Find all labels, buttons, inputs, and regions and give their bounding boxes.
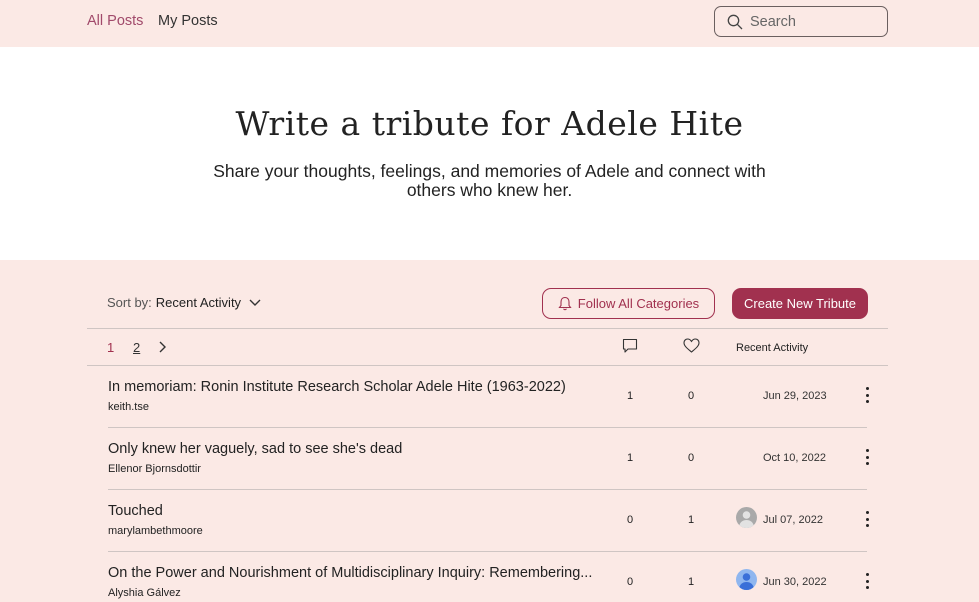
page-subtitle: Share your thoughts, feelings, and memor… [213, 161, 766, 200]
column-recent-activity: Recent Activity [736, 342, 809, 354]
hero-section: Write a tribute for Adele Hite Share you… [0, 47, 979, 260]
post-title[interactable]: On the Power and Nourishment of Multidis… [108, 565, 592, 581]
table-row[interactable]: Only knew her vaguely, sad to see she's … [0, 427, 979, 489]
comment-count: 1 [626, 452, 634, 464]
post-title[interactable]: Touched [108, 503, 163, 519]
page-2-link[interactable]: 2 [133, 340, 140, 355]
comment-count: 0 [626, 576, 634, 588]
post-date: Jul 07, 2022 [763, 514, 823, 526]
heart-icon [683, 338, 700, 353]
chevron-down-icon [249, 299, 261, 306]
like-count: 1 [687, 514, 695, 526]
post-author[interactable]: Ellenor Bjornsdottir [108, 463, 201, 475]
comment-count: 0 [626, 514, 634, 526]
bell-icon [558, 296, 572, 311]
table-row[interactable]: On the Power and Nourishment of Multidis… [0, 551, 979, 602]
like-count: 0 [687, 390, 695, 402]
like-count: 1 [687, 576, 695, 588]
post-title[interactable]: In memoriam: Ronin Institute Research Sc… [108, 379, 566, 395]
search-box[interactable] [714, 6, 888, 37]
search-input[interactable] [750, 13, 880, 30]
tab-my-posts[interactable]: My Posts [158, 13, 218, 29]
more-options-icon[interactable] [858, 385, 876, 405]
table-row[interactable]: Touched marylambethmoore 0 1 Jul 07, 202… [0, 489, 979, 551]
follow-label: Follow All Categories [577, 296, 700, 311]
sort-dropdown[interactable]: Sort by: Recent Activity [107, 295, 261, 310]
post-date: Jun 29, 2023 [763, 390, 827, 402]
follow-all-categories-button[interactable]: Follow All Categories [542, 288, 715, 319]
top-nav: All Posts My Posts [0, 0, 979, 47]
next-page-icon[interactable] [158, 341, 166, 353]
like-count: 0 [687, 452, 695, 464]
user-avatar-icon [736, 507, 757, 528]
post-author[interactable]: Alyshia Gálvez [108, 587, 181, 599]
page-1-link[interactable]: 1 [107, 340, 114, 355]
table-row[interactable]: In memoriam: Ronin Institute Research Sc… [0, 365, 979, 427]
avatar[interactable] [736, 507, 757, 528]
user-avatar-icon [736, 569, 757, 590]
tab-all-posts[interactable]: All Posts [87, 13, 143, 29]
post-date: Jun 30, 2022 [763, 576, 827, 588]
post-author[interactable]: keith.tse [108, 401, 149, 413]
search-icon [727, 14, 743, 29]
more-options-icon[interactable] [858, 571, 876, 591]
page-title: Write a tribute for Adele Hite [235, 104, 744, 143]
post-date: Oct 10, 2022 [763, 452, 826, 464]
sort-value: Recent Activity [155, 295, 242, 310]
more-options-icon[interactable] [858, 447, 876, 467]
divider [87, 328, 888, 329]
post-author[interactable]: marylambethmoore [108, 525, 203, 537]
post-title[interactable]: Only knew her vaguely, sad to see she's … [108, 441, 402, 457]
sort-label: Sort by: [107, 295, 152, 310]
more-options-icon[interactable] [858, 509, 876, 529]
comment-icon [622, 338, 638, 353]
comment-count: 1 [626, 390, 634, 402]
create-new-tribute-button[interactable]: Create New Tribute [732, 288, 868, 319]
avatar[interactable] [736, 569, 757, 590]
